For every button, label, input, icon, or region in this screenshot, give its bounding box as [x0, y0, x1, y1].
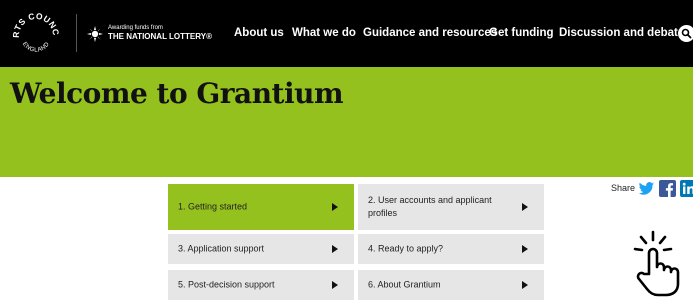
tile-ready-to-apply[interactable]: 4. Ready to apply? — [358, 234, 544, 264]
nav-get-funding[interactable]: Get funding — [489, 27, 554, 39]
arrow-right-icon — [332, 281, 338, 289]
svg-text:ARTS COUNCIL: ARTS COUNCIL — [10, 8, 61, 38]
arrow-right-icon — [332, 203, 338, 211]
share-label: Share — [611, 183, 636, 193]
lottery-crossed-fingers-icon — [87, 26, 103, 42]
tap-hand-icon — [633, 230, 680, 297]
search-icon — [681, 28, 692, 39]
tile-label: 4. Ready to apply? — [368, 243, 444, 254]
search-button[interactable] — [678, 25, 693, 42]
site-header: ARTS COUNCIL ENGLAND Awarding funds from… — [0, 0, 693, 67]
facebook-icon[interactable] — [659, 180, 676, 197]
tile-post-decision-support[interactable]: 5. Post-decision support — [168, 270, 354, 300]
nav-what-we-do[interactable]: What we do — [292, 27, 356, 39]
tile-application-support[interactable]: 3. Application support — [168, 234, 354, 264]
twitter-icon[interactable] — [638, 180, 655, 197]
page-title: Welcome to Grantium — [10, 77, 344, 110]
nav-discussion-and-debate[interactable]: Discussion and debate — [559, 27, 684, 39]
tile-label: 6. About Grantium — [368, 279, 441, 290]
arrow-right-icon — [522, 203, 528, 211]
arrow-right-icon — [332, 245, 338, 253]
nav-guidance-and-resources[interactable]: Guidance and resources — [363, 27, 497, 39]
tile-user-accounts[interactable]: 2. User accounts and applicant profiles — [358, 184, 544, 230]
arrow-right-icon — [522, 245, 528, 253]
arrow-right-icon — [522, 281, 528, 289]
linkedin-icon[interactable] — [680, 180, 693, 197]
tile-label: 3. Application support — [178, 243, 265, 254]
tile-about-grantium[interactable]: 6. About Grantium — [358, 270, 544, 300]
tile-getting-started[interactable]: 1. Getting started — [168, 184, 354, 230]
tile-label: 1. Getting started — [178, 201, 248, 212]
logo-divider — [76, 14, 77, 52]
lottery-tagline: Awarding funds from — [108, 25, 163, 31]
hero-banner: Welcome to Grantium — [0, 67, 693, 177]
tile-label: 5. Post-decision support — [178, 279, 275, 290]
svg-text:ENGLAND: ENGLAND — [21, 41, 51, 54]
arts-council-logo[interactable]: ARTS COUNCIL ENGLAND — [10, 8, 62, 60]
tile-label: 2. User accounts and applicant profiles — [368, 195, 492, 218]
lottery-name: THE NATIONAL LOTTERY® — [108, 32, 212, 41]
nav-about-us[interactable]: About us — [234, 27, 284, 39]
